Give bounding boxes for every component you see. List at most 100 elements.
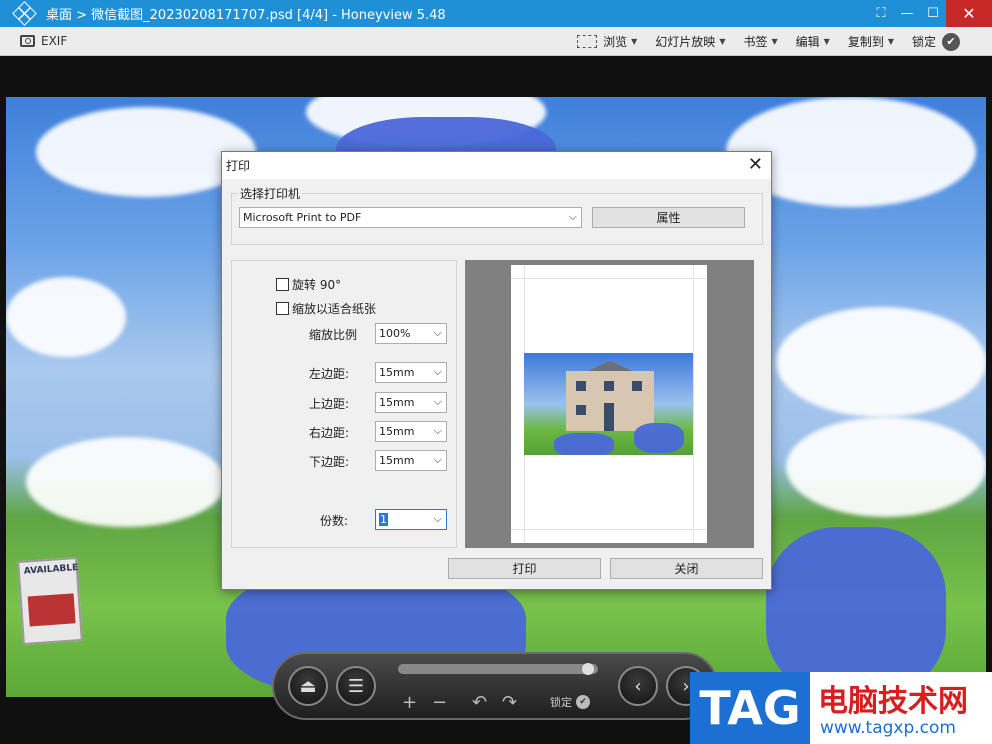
bottom-margin-select[interactable]: 15mm ⌵ bbox=[375, 450, 447, 471]
previous-icon[interactable]: ‹ bbox=[618, 666, 658, 706]
preview-image bbox=[524, 353, 693, 455]
chevron-down-icon: ⌵ bbox=[433, 326, 442, 339]
checkbox-box bbox=[276, 278, 289, 291]
paper-preview bbox=[511, 265, 707, 543]
browse-menu[interactable]: 浏览 ▼ bbox=[569, 27, 645, 56]
maximize-icon[interactable]: ☐ bbox=[920, 0, 946, 27]
slideshow-menu[interactable]: 幻灯片放映 ▼ bbox=[647, 27, 733, 56]
check-icon: ✔ bbox=[942, 32, 960, 51]
toolbar: EXIF 浏览 ▼ 幻灯片放映 ▼ 书签 ▼ 编辑 ▼ 复制到 ▼ 锁定 ✔ bbox=[0, 27, 992, 56]
copies-label: 份数: bbox=[320, 514, 349, 528]
lock-toggle[interactable]: 锁定 ✔ bbox=[904, 27, 968, 56]
zoom-in-icon[interactable]: + bbox=[402, 692, 417, 713]
fullscreen-icon[interactable]: ⛶ bbox=[868, 0, 894, 27]
chevron-down-icon: ⌵ bbox=[433, 512, 442, 525]
close-icon[interactable]: ✕ bbox=[946, 0, 992, 27]
watermark-url: www.tagxp.com bbox=[820, 718, 956, 738]
left-margin-value: 15mm bbox=[379, 366, 415, 379]
print-button[interactable]: 打印 bbox=[448, 558, 601, 579]
camera-icon bbox=[20, 35, 35, 47]
right-margin-label: 右边距: bbox=[309, 426, 350, 440]
check-icon: ✔ bbox=[576, 695, 590, 709]
seek-handle[interactable] bbox=[582, 663, 594, 675]
bottom-margin-value: 15mm bbox=[379, 454, 415, 467]
fit-paper-checkbox[interactable]: 缩放以适合纸张 bbox=[276, 300, 376, 317]
browse-label: 浏览 bbox=[603, 35, 628, 49]
margin-guide bbox=[511, 529, 707, 530]
bottom-margin-label: 下边距: bbox=[309, 455, 350, 469]
scale-value: 100% bbox=[379, 327, 411, 340]
zoom-out-icon[interactable]: − bbox=[432, 692, 447, 713]
properties-button[interactable]: 属性 bbox=[592, 207, 745, 228]
minimize-icon[interactable]: — bbox=[894, 0, 920, 27]
slideshow-label: 幻灯片放映 bbox=[655, 35, 716, 49]
printer-select[interactable]: Microsoft Print to PDF ⌵ bbox=[239, 207, 582, 228]
rotate-checkbox[interactable]: 旋转 90° bbox=[276, 276, 341, 293]
scale-select[interactable]: 100% ⌵ bbox=[375, 323, 447, 344]
cloud-shape bbox=[6, 277, 126, 357]
rotate-label: 旋转 90° bbox=[292, 278, 342, 292]
printer-select-value: Microsoft Print to PDF bbox=[243, 211, 362, 224]
lock-label: 锁定 bbox=[911, 35, 936, 49]
bookmark-label: 书签 bbox=[743, 35, 768, 49]
print-dialog: 打印 ✕ 选择打印机 Microsoft Print to PDF ⌵ 属性 旋… bbox=[221, 151, 772, 590]
honeyview-logo-icon bbox=[12, 0, 38, 26]
sign-art: AVAILABLE bbox=[23, 562, 79, 577]
right-margin-value: 15mm bbox=[379, 425, 415, 438]
seek-slider[interactable] bbox=[398, 663, 598, 675]
left-margin-label: 左边距: bbox=[309, 367, 350, 381]
chevron-down-icon: ▼ bbox=[823, 37, 830, 46]
left-margin-select[interactable]: 15mm ⌵ bbox=[375, 362, 447, 383]
control-bar: ⏏ ☰ + − ↶ ↷ 锁定 ✔ ‹ › bbox=[272, 652, 718, 720]
cloud-shape bbox=[26, 437, 226, 527]
bookmark-menu[interactable]: 书签 ▼ bbox=[735, 27, 785, 56]
browse-icon bbox=[577, 35, 598, 48]
top-margin-value: 15mm bbox=[379, 396, 415, 409]
chevron-down-icon: ▼ bbox=[771, 37, 778, 46]
chevron-down-icon: ▼ bbox=[631, 37, 638, 46]
margin-guide bbox=[511, 278, 707, 279]
chevron-down-icon: ⌵ bbox=[433, 424, 442, 437]
chevron-down-icon: ⌵ bbox=[433, 365, 442, 378]
cloud-shape bbox=[786, 417, 986, 517]
fit-paper-label: 缩放以适合纸张 bbox=[292, 302, 377, 316]
printer-group-label: 选择打印机 bbox=[238, 185, 303, 202]
honeyview-window: 桌面 > 微信截图_20230208171707.psd [4/4] - Hon… bbox=[0, 0, 992, 744]
chevron-down-icon: ⌵ bbox=[433, 453, 442, 466]
copy-to-menu[interactable]: 复制到 ▼ bbox=[840, 27, 902, 56]
right-margin-select[interactable]: 15mm ⌵ bbox=[375, 421, 447, 442]
menu-icon[interactable]: ☰ bbox=[336, 666, 376, 706]
dialog-title-bar: 打印 ✕ bbox=[222, 152, 771, 179]
close-icon[interactable]: ✕ bbox=[748, 154, 763, 176]
close-button[interactable]: 关闭 bbox=[610, 558, 763, 579]
dialog-title: 打印 bbox=[226, 159, 251, 173]
scale-label: 缩放比例 bbox=[309, 328, 358, 342]
watermark-logo: TAG 电脑技术网 www.tagxp.com bbox=[690, 672, 992, 744]
margin-guide bbox=[693, 265, 694, 543]
eject-icon[interactable]: ⏏ bbox=[288, 666, 328, 706]
exif-button[interactable]: EXIF bbox=[20, 34, 67, 48]
chevron-down-icon: ⌵ bbox=[568, 210, 577, 223]
copies-input[interactable]: 1 ⌵ bbox=[375, 509, 447, 530]
rotate-left-icon[interactable]: ↶ bbox=[472, 692, 487, 713]
edit-label: 编辑 bbox=[795, 35, 820, 49]
lock-toggle[interactable]: 锁定 ✔ bbox=[550, 694, 590, 710]
window-title: 桌面 > 微信截图_20230208171707.psd [4/4] - Hon… bbox=[46, 8, 446, 23]
top-margin-label: 上边距: bbox=[309, 397, 350, 411]
exif-label: EXIF bbox=[41, 34, 68, 48]
cloud-shape bbox=[776, 307, 986, 417]
copy-to-label: 复制到 bbox=[847, 35, 884, 49]
copies-value: 1 bbox=[379, 513, 388, 526]
top-margin-select[interactable]: 15mm ⌵ bbox=[375, 392, 447, 413]
for-sale-sign: AVAILABLE bbox=[17, 557, 83, 645]
chevron-down-icon: ▼ bbox=[887, 37, 894, 46]
window-controls: ⛶ — ☐ ✕ bbox=[868, 0, 992, 27]
watermark-site-name: 电脑技术网 bbox=[818, 684, 968, 719]
watermark-tag: TAG bbox=[690, 672, 810, 744]
rotate-right-icon[interactable]: ↷ bbox=[502, 692, 517, 713]
lock-label: 锁定 bbox=[550, 696, 572, 709]
print-preview bbox=[465, 260, 754, 548]
chevron-down-icon: ⌵ bbox=[433, 395, 442, 408]
chevron-down-icon: ▼ bbox=[719, 37, 726, 46]
edit-menu[interactable]: 编辑 ▼ bbox=[788, 27, 838, 56]
